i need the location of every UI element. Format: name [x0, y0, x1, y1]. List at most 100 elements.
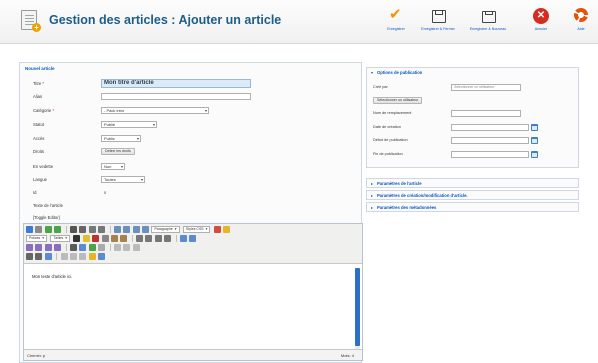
paste-icon[interactable] [110, 235, 118, 242]
rich-text-editor: Paragraphe Styles CSS Polices Tailles [23, 223, 363, 361]
new-doc-icon[interactable] [26, 226, 33, 233]
toggle-editor-row: [Toggle Editor] [20, 214, 363, 223]
source-icon[interactable] [35, 253, 43, 260]
editor-path: Chemin: p [27, 353, 46, 358]
checkmark-icon [387, 6, 405, 24]
preview-icon[interactable] [44, 253, 52, 260]
font-size-select[interactable]: Tailles [50, 235, 70, 242]
media-icon[interactable] [79, 244, 87, 251]
align-justify-icon[interactable] [142, 226, 150, 233]
editor-scrollbar[interactable] [355, 268, 360, 350]
save-close-button[interactable]: Enregistrer & Fermer [416, 4, 460, 40]
emoticon-icon[interactable] [98, 253, 106, 260]
highlight-icon[interactable] [82, 235, 90, 242]
unlink-icon[interactable] [189, 235, 197, 242]
bold-icon[interactable] [69, 226, 77, 233]
status-select[interactable]: Publié [101, 121, 157, 128]
toggle-editor-link[interactable]: [Toggle Editor] [33, 215, 60, 220]
anchor-icon[interactable] [88, 244, 96, 251]
id-value: 0 [104, 190, 107, 195]
column-icon[interactable] [44, 244, 52, 251]
paste-text-icon[interactable] [120, 235, 128, 242]
page-header: + Gestion des articles : Ajouter un arti… [0, 0, 598, 44]
article-text-row: Texte de l'article [33, 203, 63, 208]
align-center-icon[interactable] [123, 226, 131, 233]
category-select[interactable]: - Pack intro [101, 107, 209, 114]
row-icon[interactable] [35, 244, 43, 251]
subscript-icon[interactable] [113, 244, 121, 251]
bullet-list-icon[interactable] [136, 235, 144, 242]
italic-icon[interactable] [79, 226, 87, 233]
text-color-icon[interactable] [73, 235, 81, 242]
calendar-icon[interactable] [531, 124, 538, 131]
article-form: Nouvel article Titre * Mon titre d'artic… [19, 62, 363, 363]
clean-icon[interactable] [213, 226, 221, 233]
underline-icon[interactable] [88, 226, 96, 233]
set-rights-button[interactable]: Définir les droits [101, 148, 135, 155]
metadata-params-panel[interactable]: ▸ Paramètres des métadonnées [366, 202, 579, 212]
cancel-button[interactable]: Annuler [526, 4, 556, 40]
select-user-button[interactable]: Sélectionner un utilisateur [373, 97, 423, 104]
cut-icon[interactable] [92, 235, 100, 242]
charmap-icon[interactable] [132, 244, 140, 251]
calendar-icon[interactable] [531, 151, 538, 158]
form-legend: Nouvel article [25, 66, 55, 71]
created-date-input[interactable] [451, 124, 529, 131]
print-icon[interactable] [35, 226, 43, 233]
save-icon [429, 8, 447, 24]
status-row: Statut Publié [20, 121, 363, 130]
outdent-icon[interactable] [154, 235, 162, 242]
align-left-icon[interactable] [113, 226, 121, 233]
chevron-right-icon: ▸ [371, 205, 374, 210]
abbr-icon[interactable] [79, 253, 87, 260]
template-icon[interactable] [88, 253, 96, 260]
access-row: Accès Public [20, 135, 363, 144]
save-new-button[interactable]: Enregistrer & Nouveau [464, 4, 512, 40]
font-family-select[interactable]: Polices [26, 235, 48, 242]
featured-row: En vedette Non [20, 163, 363, 172]
creation-params-panel[interactable]: ▸ Paramètres de création/modification d'… [366, 190, 579, 200]
apply-button[interactable]: Enregistrer [380, 4, 412, 40]
editor-word-count: Mots: 4 [340, 353, 354, 358]
hr-icon[interactable] [98, 244, 106, 251]
image-icon[interactable] [69, 244, 77, 251]
featured-select[interactable]: Non [101, 163, 125, 170]
editor-status-bar: Chemin: p Mots: 4 [24, 349, 362, 360]
styles-select[interactable]: Styles CSS [182, 226, 211, 233]
copy-icon[interactable] [101, 235, 109, 242]
merge-icon[interactable] [54, 244, 62, 251]
access-select[interactable]: Public [101, 135, 141, 142]
redo-icon[interactable] [54, 226, 62, 233]
title-row: Titre * Mon titre d'article [20, 79, 363, 89]
chevron-right-icon: ▸ [371, 193, 374, 198]
created-by-field[interactable]: Sélectionner un utilisateur [451, 84, 521, 91]
spellcheck-icon[interactable] [223, 226, 231, 233]
title-input[interactable]: Mon titre d'article [101, 79, 251, 88]
strikethrough-icon[interactable] [98, 226, 106, 233]
alias-input[interactable] [101, 93, 251, 100]
fullscreen-icon[interactable] [26, 253, 33, 260]
align-right-icon[interactable] [132, 226, 140, 233]
created-alias-input[interactable] [451, 110, 521, 117]
indent-icon[interactable] [164, 235, 172, 242]
editor-content[interactable]: Mon texte d'article ici. [32, 274, 72, 279]
blockquote-icon[interactable] [69, 253, 77, 260]
publish-up-input[interactable] [451, 137, 529, 144]
publishing-options-header[interactable]: ▾ Options de publication [367, 68, 578, 77]
id-row: Id 0 [33, 190, 107, 195]
table-icon[interactable] [26, 244, 33, 251]
paragraph-select[interactable]: Paragraphe [151, 226, 180, 233]
publish-down-input[interactable] [451, 151, 529, 158]
undo-icon[interactable] [44, 226, 52, 233]
help-icon [572, 8, 590, 24]
language-select[interactable]: Toutes [101, 176, 145, 183]
calendar-icon[interactable] [531, 137, 538, 144]
help-button[interactable]: Aide [568, 4, 594, 40]
number-list-icon[interactable] [145, 235, 153, 242]
publishing-options-panel: ▾ Options de publication Créé par Sélect… [366, 67, 579, 168]
article-params-panel[interactable]: ▸ Paramètres de l'article [366, 178, 579, 188]
superscript-icon[interactable] [123, 244, 131, 251]
chevron-right-icon: ▸ [371, 181, 374, 186]
link-icon[interactable] [180, 235, 188, 242]
visual-aid-icon[interactable] [60, 253, 68, 260]
